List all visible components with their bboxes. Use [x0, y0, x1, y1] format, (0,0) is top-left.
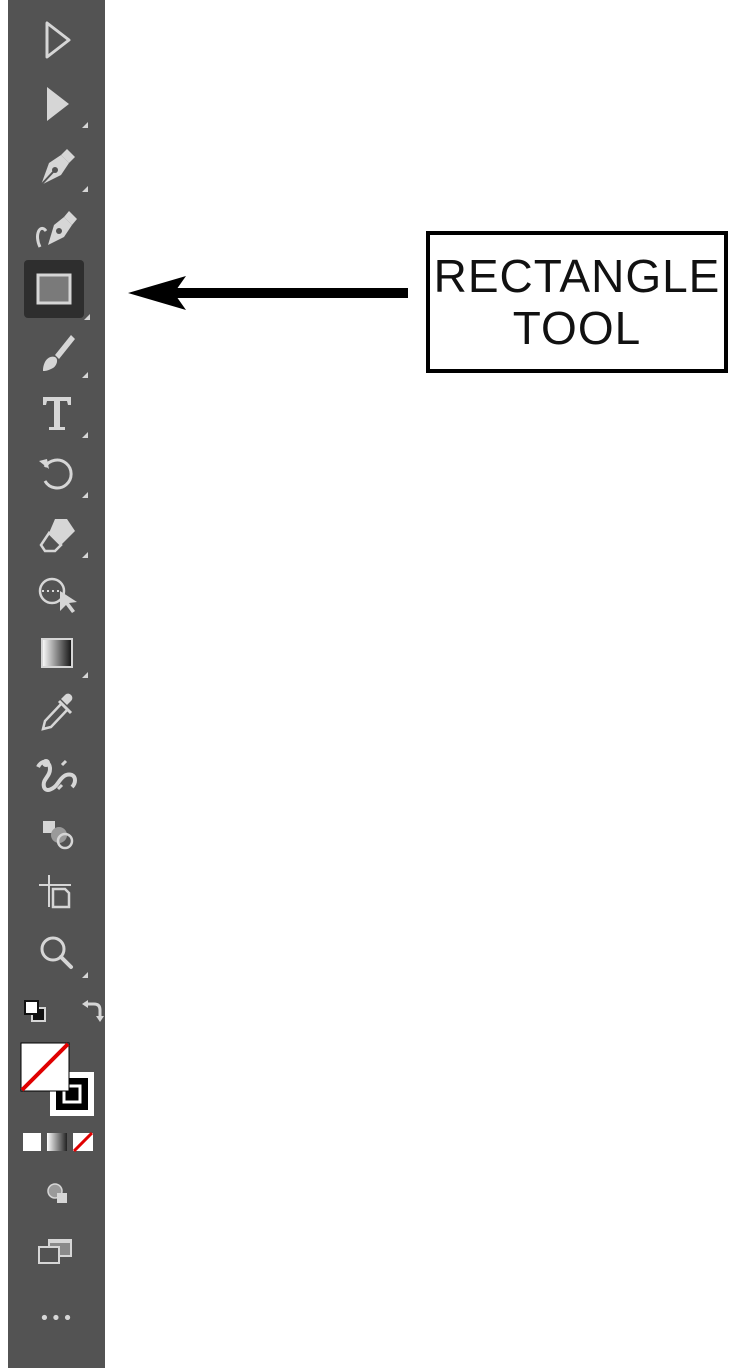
curvature-tool-button[interactable] [22, 198, 92, 260]
none-mode-icon[interactable] [72, 1132, 94, 1152]
default-fill-stroke-icon[interactable] [22, 998, 48, 1024]
gradient-tool-button[interactable] [22, 622, 92, 684]
fill-stroke-controls [22, 996, 108, 1026]
gradient-mode-icon[interactable] [46, 1132, 68, 1152]
edit-toolbar-button[interactable]: ••• [8, 1308, 105, 1329]
rectangle-tool-callout: RECTANGLE TOOL [426, 231, 728, 373]
curvature-pen-icon [36, 211, 77, 248]
pen-tool-button[interactable] [22, 136, 92, 198]
pen-nib-icon [40, 149, 75, 186]
eraser-icon [39, 519, 75, 553]
rotate-icon [39, 458, 73, 490]
selection-tool-button[interactable] [22, 10, 92, 72]
color-mode-icon[interactable] [22, 1132, 42, 1152]
tools-panel: ••• [8, 0, 105, 1368]
callout-line-1: RECTANGLE [433, 250, 721, 302]
fill-swatch-none[interactable] [20, 1042, 72, 1094]
eyedropper-tool-button[interactable] [22, 682, 92, 744]
more-tools-indicator [84, 314, 90, 320]
hollow-arrow-icon [45, 21, 71, 59]
swap-fill-stroke-icon[interactable] [78, 996, 108, 1026]
more-tools-indicator [82, 432, 88, 438]
pointer-arrow [128, 276, 408, 310]
eyedropper-icon [41, 693, 73, 731]
screen-mode [36, 1236, 76, 1268]
draw-mode [44, 1180, 72, 1208]
rectangle-tool-button[interactable] [24, 260, 90, 320]
more-tools-indicator [82, 372, 88, 378]
rotate-tool-button[interactable] [22, 442, 92, 504]
type-T-icon [43, 397, 71, 430]
more-dots-icon: ••• [39, 1308, 74, 1329]
more-tools-indicator [82, 672, 88, 678]
puppet-warp-tool-button[interactable] [22, 562, 92, 624]
blend-icon [36, 759, 77, 792]
artboard-icon [39, 875, 71, 909]
more-tools-indicator [82, 186, 88, 192]
more-tools-indicator [82, 552, 88, 558]
callout-line-2: TOOL [512, 302, 642, 354]
filled-arrow-icon [47, 87, 69, 121]
screen-mode-icon[interactable] [36, 1236, 76, 1268]
draw-modes-icon[interactable] [44, 1180, 72, 1208]
shape-builder-tool-button[interactable] [22, 802, 92, 864]
puppet-warp-icon [38, 577, 77, 613]
gradient-icon [41, 638, 73, 668]
shape-builder-icon [43, 821, 74, 850]
direct-selection-tool-button[interactable] [22, 72, 92, 134]
more-tools-indicator [82, 972, 88, 978]
eraser-tool-button[interactable] [22, 502, 92, 564]
paintbrush-icon [43, 335, 75, 371]
fill-stroke-swatches [20, 1042, 100, 1122]
magnifier-icon [40, 936, 73, 969]
more-tools-indicator [82, 492, 88, 498]
artboard-tool-button[interactable] [22, 862, 92, 924]
zoom-tool-button[interactable] [22, 922, 92, 984]
rectangle-icon [36, 273, 72, 305]
paintbrush-tool-button[interactable] [22, 322, 92, 384]
blend-tool-button[interactable] [22, 742, 92, 804]
type-tool-button[interactable] [22, 382, 92, 444]
color-mode-buttons [22, 1132, 94, 1152]
more-tools-indicator [82, 122, 88, 128]
